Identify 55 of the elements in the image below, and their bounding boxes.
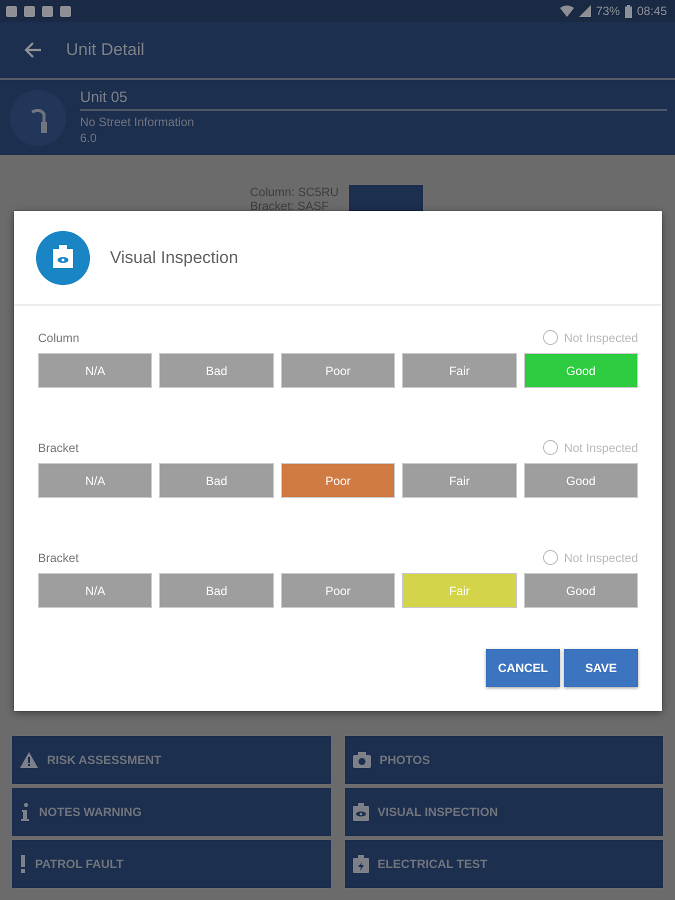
component-label: Bracket [38,440,79,454]
rating-button[interactable]: Poor [280,573,396,608]
exclamation-icon [20,855,26,873]
notification-icon [41,4,54,18]
clipboard-icon [352,803,368,821]
clipboard-icon [36,230,90,284]
component-label: Column [38,330,80,344]
rating-button[interactable]: Fair [402,463,517,498]
rating-button[interactable]: Good [524,463,638,498]
rating-button[interactable]: Fair [402,353,517,388]
wifi-icon [560,5,574,17]
rating-button[interactable]: N/A [38,463,152,498]
unit-name: Unit 05 [80,89,667,111]
rating-button[interactable]: Poor [280,463,396,498]
dialog-title: Visual Inspection [110,248,238,268]
rating-button[interactable]: Bad [159,463,274,498]
street-lamp-icon [10,90,66,146]
menu-tile[interactable]: VISUAL INSPECTION [344,788,663,836]
battery-icon [624,4,632,18]
menu-tile[interactable]: PATROL FAULT [12,840,330,888]
not-inspected-option[interactable]: Not Inspected [542,550,638,565]
rating-button[interactable]: Fair [402,573,517,608]
clipboard-icon [352,855,368,873]
unit-number: 6.0 [80,130,98,146]
menu-tile[interactable]: RISK ASSESSMENT [12,736,330,784]
rating-button[interactable]: Poor [280,353,396,388]
street-info: No Street Information [80,114,196,130]
back-icon[interactable] [24,42,42,58]
info-icon [20,803,30,821]
menu-tile[interactable]: ELECTRICAL TEST [344,840,663,888]
save-button[interactable]: SAVE [564,649,638,687]
cancel-button[interactable]: CANCEL [486,649,560,687]
radio-button[interactable] [542,550,558,565]
radio-button[interactable] [542,440,558,455]
clock: 08:45 [636,4,667,18]
warning-icon [20,752,38,768]
radio-button[interactable] [542,330,558,345]
camera-icon [352,752,370,768]
rating-button[interactable]: N/A [38,353,152,388]
screen-title: Unit Detail [66,40,144,60]
not-inspected-option[interactable]: Not Inspected [542,330,638,345]
menu-tile[interactable]: NOTES WARNING [12,788,330,836]
notification-icon [59,4,72,18]
battery-percent: 73% [596,4,620,18]
rating-button[interactable]: Good [524,353,638,388]
component-label: Bracket [38,550,79,564]
rating-button[interactable]: Bad [159,353,274,388]
notification-icon [5,4,18,18]
notification-icon [23,4,36,18]
rating-button[interactable]: Bad [159,573,274,608]
not-inspected-option[interactable]: Not Inspected [542,440,638,455]
rating-button[interactable]: N/A [38,573,152,608]
menu-tile[interactable]: PHOTOS [344,736,663,784]
rating-button[interactable]: Good [524,573,638,608]
signal-icon [578,5,591,17]
